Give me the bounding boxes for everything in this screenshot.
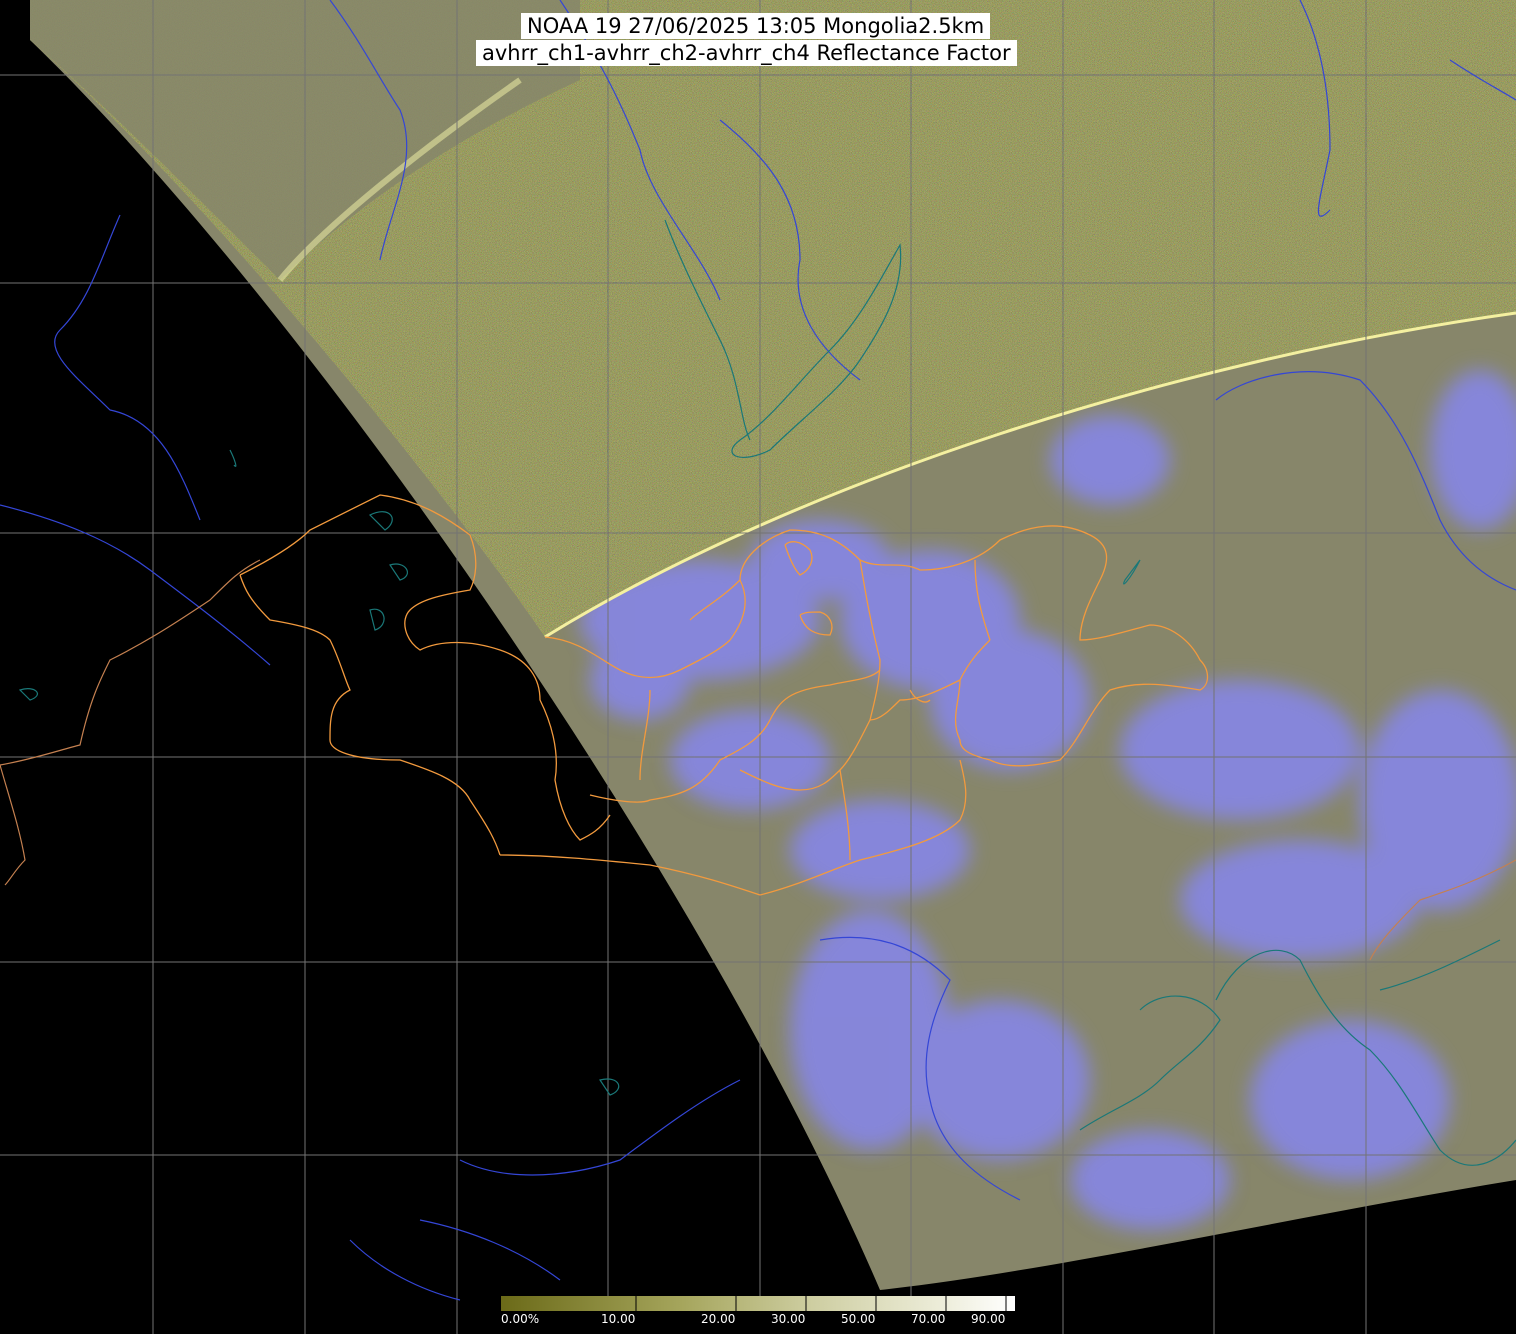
colorbar-ramp — [501, 1296, 1015, 1311]
colorbar-label: 70.00 — [911, 1312, 946, 1326]
map-title: NOAA 19 27/06/2025 13:05 Mongolia2.5km — [521, 13, 991, 39]
colorbar-label: 20.00 — [701, 1312, 736, 1326]
colorbar-label: 50.00 — [841, 1312, 876, 1326]
colorbar-label: 0.00% — [501, 1312, 540, 1326]
colorbar-label: 10.00 — [601, 1312, 636, 1326]
satellite-map — [0, 0, 1516, 1334]
map-subtitle: avhrr_ch1-avhrr_ch2-avhrr_ch4 Reflectanc… — [476, 40, 1017, 66]
colorbar-label: 30.00 — [771, 1312, 806, 1326]
colorbar-label: 90.00 — [971, 1312, 1006, 1326]
